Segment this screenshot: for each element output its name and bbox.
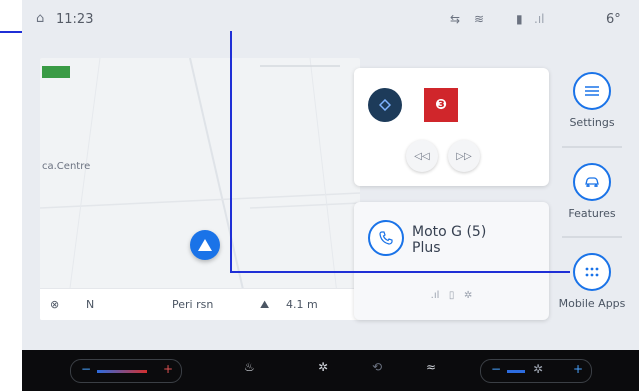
next-button[interactable]: ▷▷ [448,140,480,172]
clock: 11:23 [56,12,94,27]
position-arrow-icon [190,230,220,260]
phone-card[interactable]: Moto G (5) Plus .ıl ▯ ✲ [354,202,549,320]
elevation-icon: ⛰ [260,298,270,311]
sidebar-divider [562,236,622,238]
mobile-apps-label: Mobile Apps [558,297,626,310]
status-bar: ⌂ 11:23 ⇆ ≋ ▮ .ıl 6° [22,0,639,40]
cell-signal-icon: .ıl [534,12,545,26]
infotainment-screen: ⌂ 11:23 ⇆ ≋ ▮ .ıl 6° ca.Centre ⊗ N Peri … [22,0,639,350]
driver-temperature-slider[interactable]: − + [70,359,182,383]
mobile-apps-button[interactable]: Mobile Apps [547,253,637,310]
seat-heat-icon[interactable]: ♨ [244,360,255,374]
media-source-icon[interactable] [368,88,402,122]
recirculation-icon[interactable]: ⟲ [372,360,382,374]
outside-temperature: 6° [606,12,621,27]
map-city-label: ca.Centre [42,161,91,172]
map-info-bar: ⊗ N Peri rsn ⛰ 4.1 m [40,288,360,320]
wifi-icon: ≋ [474,12,485,26]
overlay-line-bottom [230,271,570,273]
home-icon[interactable]: ⌂ [36,11,44,26]
media-card[interactable]: ❸ ◁◁ ▷▷ [354,68,549,186]
compass-icon[interactable]: ⊗ [50,298,59,311]
settings-button[interactable]: Settings [547,72,637,129]
map-street-name: Peri rsn [172,298,214,311]
battery-icon: ▮ [516,12,523,26]
fan-icon[interactable]: ✲ [318,360,328,374]
phone-icon[interactable] [368,220,404,256]
phone-status-icons: .ıl ▯ ✲ [430,290,473,301]
radio-station-logo: ❸ [424,88,458,122]
car-icon [573,163,611,201]
map-direction: N [86,298,95,311]
map-road-sign [42,66,70,78]
defrost-icon[interactable]: ≈ [426,360,436,374]
phone-device-name: Moto G (5) Plus [412,224,486,256]
menu-icon [573,72,611,110]
features-button[interactable]: Features [547,163,637,220]
overlay-line-vertical [230,31,232,273]
previous-button[interactable]: ◁◁ [406,140,438,172]
sidebar-divider [562,146,622,148]
map-roads [40,58,360,320]
phone-device-name-line1: Moto G (5) [412,224,487,240]
signal-icon: ⇆ [450,12,461,26]
phone-device-name-line2: Plus [412,240,441,256]
navigation-map[interactable]: ca.Centre ⊗ N Peri rsn ⛰ 4.1 m [40,58,360,320]
settings-label: Settings [569,116,615,129]
fan-speed-slider[interactable]: − ✲ + [480,359,592,383]
map-distance: 4.1 m [286,298,318,311]
climate-bar: − + ♨ ✲ ⟲ ≈ − ✲ + [22,350,639,391]
apps-icon [573,253,611,291]
features-label: Features [568,207,616,220]
